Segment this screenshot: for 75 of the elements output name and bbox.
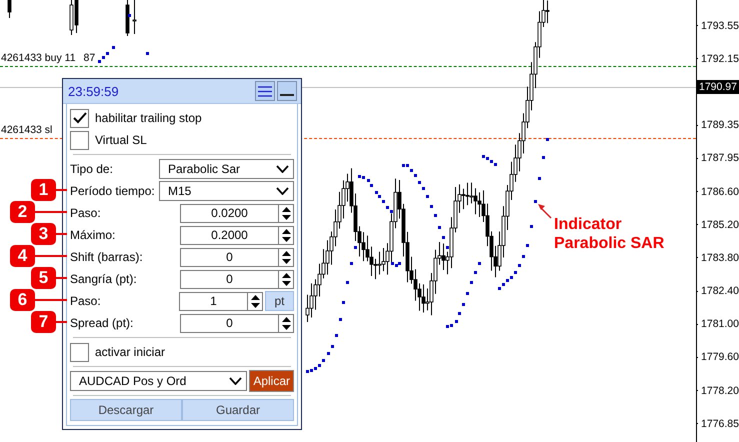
minimize-icon	[280, 94, 294, 96]
checkbox[interactable]	[70, 130, 89, 150]
unit-button[interactable]: pt	[265, 291, 294, 311]
order-label: 4261433 buy 11 87	[1, 52, 96, 64]
caret-icon	[276, 187, 289, 195]
field-label: Paso:	[70, 206, 102, 220]
field-label: Sangría (pt):	[70, 272, 138, 286]
spin-arrows-icon	[282, 316, 290, 330]
price-label: 1776.85	[696, 407, 739, 440]
step-number: 4	[10, 245, 35, 267]
spin-arrows-icon	[282, 228, 290, 242]
price-label: 1792.15	[696, 42, 739, 76]
leader-line	[55, 321, 67, 323]
checkbox-label: Virtual SL	[95, 133, 148, 147]
annotation-text: Indicator Parabolic SAR	[554, 215, 664, 253]
menu-icon	[258, 86, 272, 96]
order-label: 4261433 sl	[1, 124, 52, 136]
annotation-arrow	[538, 204, 552, 219]
number-field[interactable]: 0.0200	[180, 204, 294, 222]
number-field[interactable]: 0.2000	[180, 226, 294, 244]
number-field[interactable]: 0	[180, 314, 294, 332]
price-label: 1786.60	[696, 174, 739, 208]
number-field[interactable]: 0	[180, 248, 294, 266]
preset-dropdown[interactable]: AUDCAD Pos y Ord	[70, 371, 248, 391]
candle	[126, 0, 130, 36]
spin-arrows-icon	[282, 206, 290, 220]
checkbox[interactable]	[70, 108, 89, 128]
current-price-tag: 1790.97	[697, 80, 739, 94]
field-label: Shift (barras):	[70, 250, 144, 264]
caret-icon	[276, 165, 289, 173]
leader-line	[55, 233, 67, 235]
leader-line	[34, 255, 67, 257]
minimize-button[interactable]	[277, 81, 297, 101]
checkbox-label: activar iniciar	[95, 345, 166, 359]
menu-button[interactable]	[255, 81, 275, 101]
price-label: 1778.20	[696, 374, 739, 408]
price-label: 1779.60	[696, 340, 739, 374]
step-number: 7	[31, 311, 56, 333]
field-label: Tipo de:	[70, 162, 114, 176]
price-label: 1781.00	[696, 308, 739, 341]
spin-arrows-icon	[282, 250, 290, 264]
price-label: 1785.20	[696, 208, 739, 242]
field-label: Paso:	[70, 294, 102, 308]
step-number: 6	[10, 289, 35, 311]
field-label: Spread (pt):	[70, 316, 134, 330]
price-label: 1793.55	[696, 9, 739, 42]
checkbox-label: habilitar trailing stop	[95, 111, 203, 125]
dropdown[interactable]: Parabolic Sar	[159, 159, 294, 179]
price-label: 1783.80	[696, 241, 739, 274]
candle	[8, 0, 12, 18]
number-field[interactable]: 1	[179, 292, 263, 310]
leader-line	[34, 211, 67, 213]
field-label: Máximo:	[70, 228, 116, 242]
number-field[interactable]: 0	[180, 270, 294, 288]
panel-button[interactable]: Descargar	[70, 399, 182, 421]
checkmark-icon	[72, 112, 86, 124]
field-label: Período tiempo:	[70, 184, 156, 198]
checkbox[interactable]	[70, 342, 89, 362]
spin-arrows-icon	[250, 294, 260, 308]
step-number: 1	[31, 179, 56, 201]
price-label: 1782.40	[696, 274, 739, 308]
price-label: 1789.35	[696, 108, 739, 142]
panel-button[interactable]: Guardar	[182, 399, 294, 421]
leader-line	[55, 277, 67, 279]
step-number: 5	[31, 267, 56, 289]
leader-line	[55, 189, 67, 191]
leader-line	[34, 299, 67, 301]
caret-icon	[229, 377, 242, 385]
panel-time: 23:59:59	[68, 84, 120, 98]
step-number: 3	[31, 223, 56, 245]
apply-button[interactable]: Aplicar	[249, 370, 294, 392]
dropdown[interactable]: M15	[159, 181, 294, 201]
spin-arrows-icon	[282, 272, 290, 286]
step-number: 2	[10, 201, 35, 223]
price-label: 1787.95	[696, 142, 739, 175]
